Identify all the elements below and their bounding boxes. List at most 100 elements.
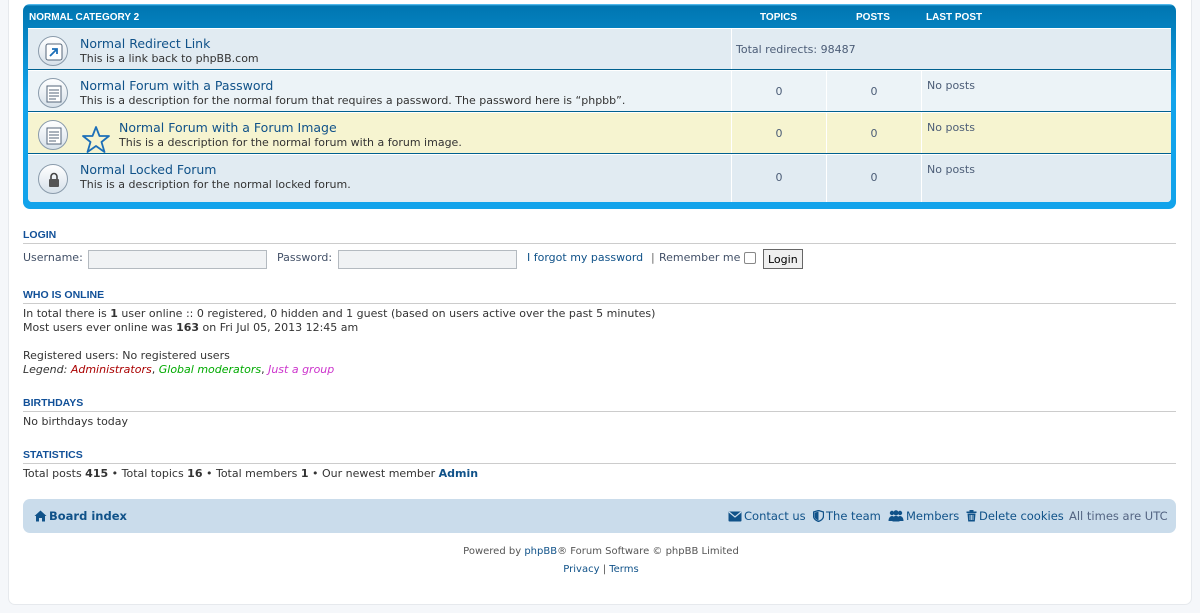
contact-us-label: Contact us bbox=[744, 509, 806, 523]
delete-cookies-link[interactable]: Delete cookies bbox=[966, 509, 1064, 523]
last-post-text: No posts bbox=[927, 79, 975, 92]
legend-label: Legend: bbox=[23, 363, 68, 376]
forum-title[interactable]: Normal Locked Forum bbox=[80, 162, 217, 177]
forum-title[interactable]: Normal Forum with a Password bbox=[80, 78, 273, 93]
category-title[interactable]: NORMAL CATEGORY 2 bbox=[29, 12, 139, 23]
remember-me-label: Remember me bbox=[659, 251, 741, 264]
forum-description: This is a description for the normal loc… bbox=[80, 178, 351, 191]
username-input[interactable] bbox=[88, 250, 267, 269]
total-members: 1 bbox=[300, 467, 309, 480]
online-total-text: In total there is 1 user online :: 0 reg… bbox=[23, 307, 655, 320]
birthdays-text: No birthdays today bbox=[23, 415, 129, 428]
envelope-icon bbox=[728, 511, 742, 522]
redirect-count: Total redirects: 98487 bbox=[736, 43, 856, 56]
trash-icon bbox=[966, 510, 977, 522]
powered-by-b: ® Forum Software © phpBB Limited bbox=[557, 546, 739, 557]
posts-header: POSTS bbox=[856, 12, 890, 23]
forum-read-icon bbox=[38, 78, 68, 108]
last-post-cell: No posts bbox=[921, 113, 1171, 153]
board-index-link[interactable]: Board index bbox=[34, 509, 127, 523]
login-heading: LOGIN bbox=[23, 229, 1176, 244]
total-members-label: • Total members bbox=[202, 467, 301, 480]
forum-description: This is a description for the normal for… bbox=[119, 136, 462, 149]
the-team-label: The team bbox=[826, 509, 881, 523]
topics-cell: 0 bbox=[731, 155, 826, 202]
delete-cookies-label: Delete cookies bbox=[979, 509, 1064, 523]
forum-row-locked: Normal Locked Forum This is a descriptio… bbox=[28, 154, 1171, 202]
topics-cell: 0 bbox=[731, 71, 826, 111]
phpbb-link[interactable]: phpBB bbox=[524, 546, 557, 557]
total-posts: 415 bbox=[85, 467, 109, 480]
separator: | bbox=[651, 251, 655, 264]
topics-count: 0 bbox=[775, 171, 783, 184]
who-is-online-heading[interactable]: WHO IS ONLINE bbox=[23, 289, 1176, 304]
last-post-header: LAST POST bbox=[926, 12, 983, 23]
posts-cell: 0 bbox=[826, 155, 921, 202]
last-post-text: No posts bbox=[927, 121, 975, 134]
privacy-link[interactable]: Privacy bbox=[563, 564, 599, 575]
legend-global-moderators[interactable]: Global moderators bbox=[159, 363, 261, 376]
terms-link[interactable]: Terms bbox=[609, 564, 638, 575]
legend-just-a-group[interactable]: Just a group bbox=[268, 363, 334, 376]
last-post-cell: No posts bbox=[921, 71, 1171, 111]
footer-separator: | bbox=[602, 564, 607, 575]
login-button[interactable]: Login bbox=[763, 249, 803, 269]
the-team-link[interactable]: The team bbox=[812, 509, 881, 523]
legend: Legend: Administrators, Global moderator… bbox=[23, 363, 334, 376]
forum-list: Normal Redirect Link This is a link back… bbox=[28, 28, 1171, 202]
most-online-b: on Fri Jul 05, 2013 12:45 am bbox=[199, 321, 359, 334]
most-online-a: Most users ever online was bbox=[23, 321, 177, 334]
contact-us-link[interactable]: Contact us bbox=[728, 509, 806, 523]
forum-description: This is a description for the normal for… bbox=[80, 94, 626, 107]
online-text-b: user online :: 0 registered, 0 hidden an… bbox=[117, 307, 656, 320]
users-icon bbox=[888, 510, 904, 522]
category-header: NORMAL CATEGORY 2 TOPICS POSTS LAST POST bbox=[28, 4, 1171, 28]
forum-row-image: Normal Forum with a Forum Image This is … bbox=[28, 112, 1171, 154]
newest-member-link[interactable]: Admin bbox=[439, 467, 478, 480]
copyright-text: Powered by phpBB® Forum Software © phpBB… bbox=[9, 546, 1193, 557]
password-input[interactable] bbox=[338, 250, 517, 269]
online-count: 1 bbox=[110, 307, 118, 320]
page-wrapper: NORMAL CATEGORY 2 TOPICS POSTS LAST POST… bbox=[8, 0, 1192, 605]
topics-count: 0 bbox=[775, 127, 783, 140]
posts-cell: 0 bbox=[826, 71, 921, 111]
timezone-text: All times are UTC bbox=[1069, 509, 1168, 523]
most-online-text: Most users ever online was 163 on Fri Ju… bbox=[23, 321, 358, 334]
topics-header: TOPICS bbox=[760, 12, 798, 23]
footer-navbar: Board index Contact us The team Members … bbox=[23, 499, 1176, 533]
forum-row-password: Normal Forum with a Password This is a d… bbox=[28, 70, 1171, 112]
home-icon bbox=[34, 510, 47, 522]
total-topics-label: • Total topics bbox=[108, 467, 188, 480]
last-post-cell: No posts bbox=[921, 155, 1171, 202]
posts-count: 0 bbox=[870, 127, 878, 140]
board-index-label: Board index bbox=[49, 509, 127, 523]
shield-icon bbox=[812, 509, 825, 523]
topics-cell: 0 bbox=[731, 113, 826, 153]
remember-me-checkbox[interactable] bbox=[744, 252, 756, 264]
topics-count: 0 bbox=[775, 85, 783, 98]
most-online-count: 163 bbox=[176, 321, 200, 334]
powered-by-a: Powered by bbox=[463, 546, 525, 557]
statistics-heading: STATISTICS bbox=[23, 449, 1176, 464]
forum-category: NORMAL CATEGORY 2 TOPICS POSTS LAST POST… bbox=[23, 4, 1176, 209]
posts-cell: 0 bbox=[826, 113, 921, 153]
forum-title[interactable]: Normal Redirect Link bbox=[80, 36, 210, 51]
footer-links: Privacy | Terms bbox=[9, 564, 1193, 575]
forgot-password-link[interactable]: I forgot my password bbox=[527, 251, 643, 264]
password-label: Password: bbox=[277, 251, 333, 264]
members-label: Members bbox=[906, 509, 960, 523]
registered-users-text: Registered users: No registered users bbox=[23, 349, 230, 362]
redirect-link-icon bbox=[38, 36, 68, 66]
username-label: Username: bbox=[23, 251, 83, 264]
total-posts-label: Total posts bbox=[23, 467, 86, 480]
last-post-text: No posts bbox=[927, 163, 975, 176]
birthdays-heading: BIRTHDAYS bbox=[23, 397, 1176, 412]
online-text-a: In total there is bbox=[23, 307, 111, 320]
members-link[interactable]: Members bbox=[888, 509, 959, 523]
newest-member-label: • Our newest member bbox=[308, 467, 439, 480]
total-topics: 16 bbox=[187, 467, 203, 480]
legend-administrators[interactable]: Administrators bbox=[71, 363, 152, 376]
statistics-text: Total posts 415 • Total topics 16 • Tota… bbox=[23, 467, 478, 480]
legend-comma: , bbox=[151, 363, 156, 376]
forum-title[interactable]: Normal Forum with a Forum Image bbox=[119, 120, 337, 135]
